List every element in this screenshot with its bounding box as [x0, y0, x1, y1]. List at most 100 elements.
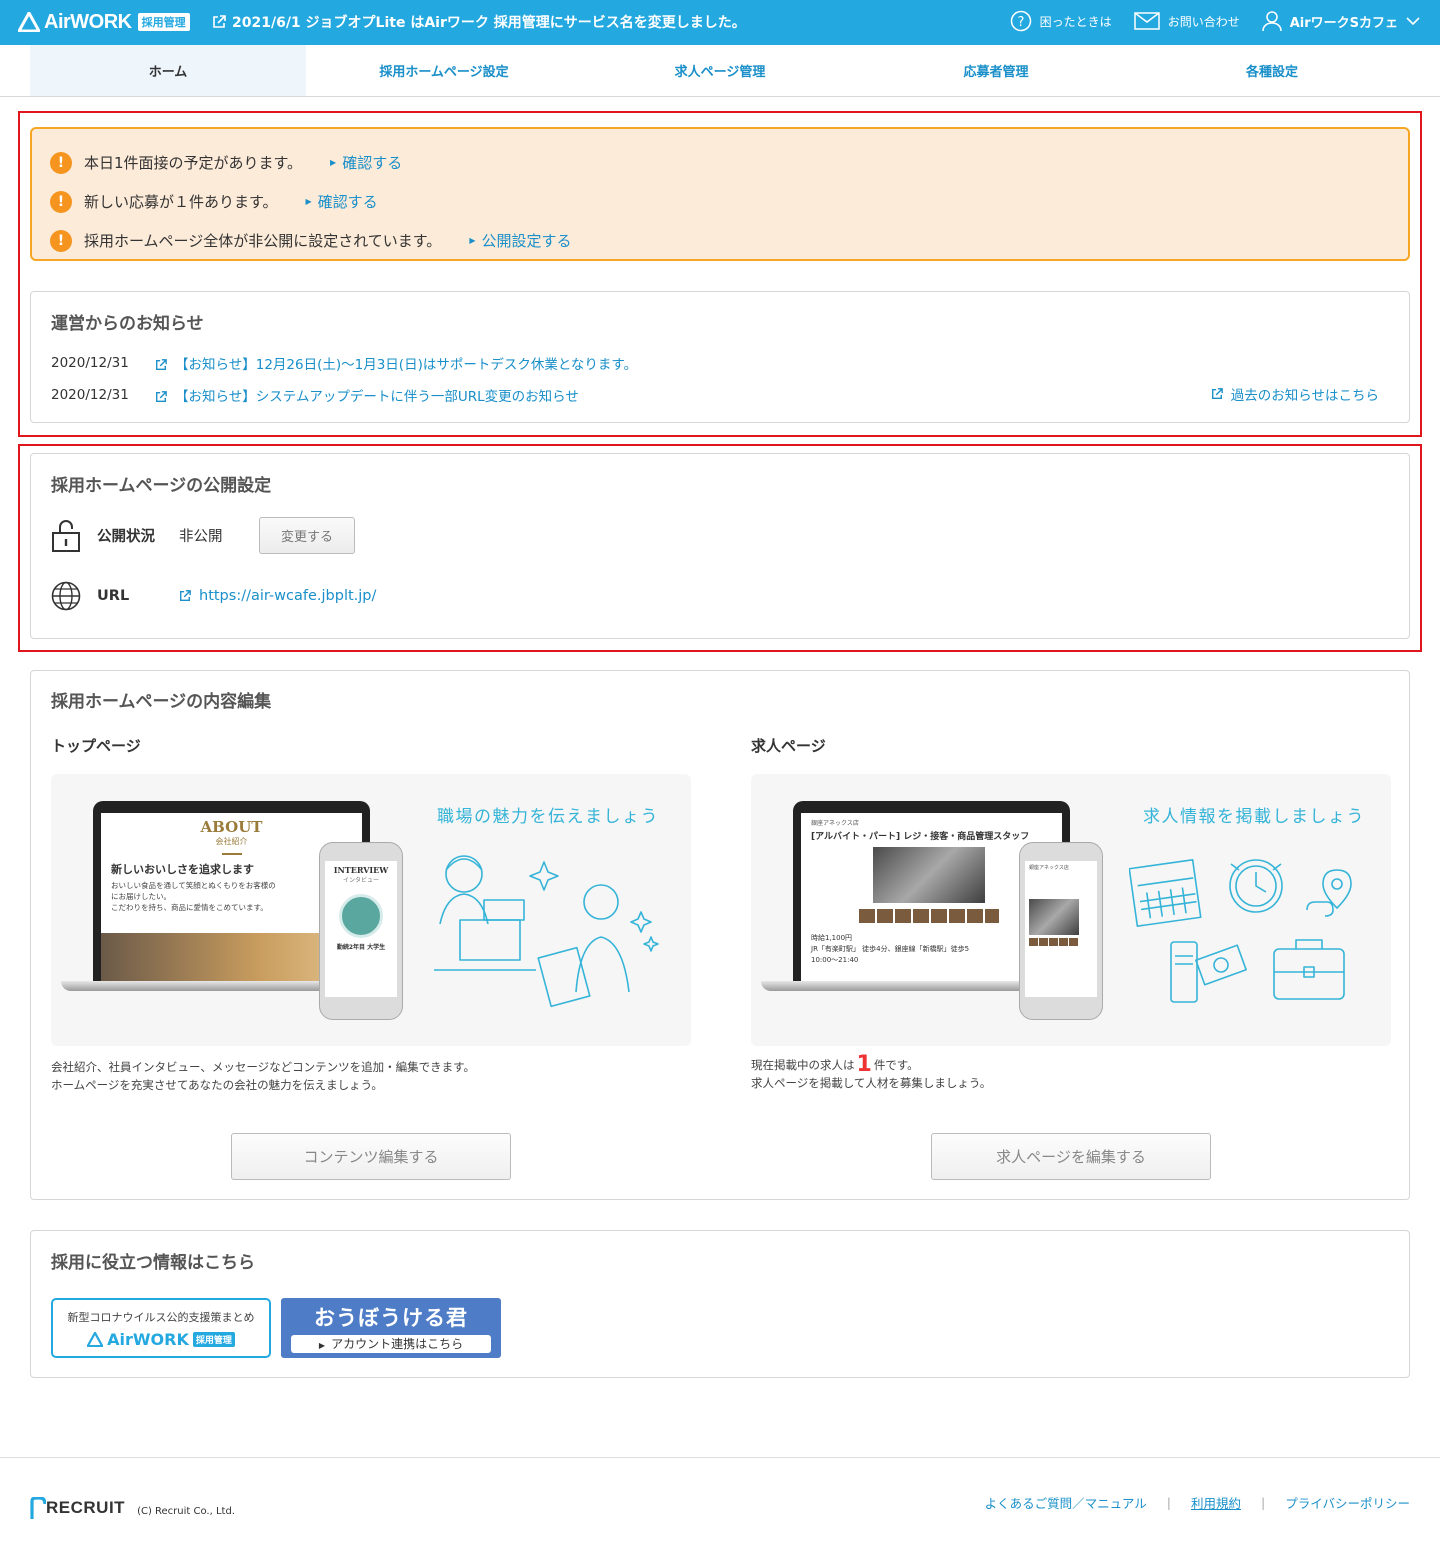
content-edit-panel: 採用ホームページの内容編集 トップページ ABOUT 会社紹介 新しいおいしさを…	[30, 670, 1410, 1200]
user-icon	[1261, 11, 1282, 32]
news-item: 2020/12/31 【お知らせ】システムアップデートに伴う一部URL変更のお知…	[51, 385, 579, 405]
tab-settings[interactable]: 各種設定	[1134, 45, 1410, 96]
main-nav: ホーム 採用ホームページ設定 求人ページ管理 応募者管理 各種設定	[30, 45, 1410, 96]
external-link-icon	[156, 359, 167, 370]
job-count-line: 現在掲載中の求人は1 件です。	[751, 1054, 991, 1076]
top-page-caption: 職場の魅力を伝えましょう	[437, 807, 659, 827]
warning-icon: !	[50, 151, 72, 174]
airwork-logo[interactable]: AirWORK 採用管理	[18, 11, 190, 33]
job-count-prefix: 現在掲載中の求人は	[751, 1058, 855, 1072]
mock-thumbnails	[859, 909, 999, 923]
alert-text: 採用ホームページ全体が非公開に設定されています。	[84, 232, 442, 250]
user-name: AirワークSカフェ	[1289, 15, 1398, 31]
alert-text: 新しい応募が１件あります。	[84, 193, 278, 211]
edit-contents-button[interactable]: コンテンツ編集する	[231, 1133, 511, 1180]
top-page-description: 会社紹介、社員インタビュー、メッセージなどコンテンツを追加・編集できます。 ホー…	[51, 1058, 475, 1094]
useful-info-title: 採用に役立つ情報はこちら	[51, 1253, 255, 1273]
top-page-subtitle: トップページ	[51, 737, 141, 755]
footer-links: よくあるご質問／マニュアル | 利用規約 | プライバシーポリシー	[985, 1493, 1410, 1512]
alert-confirm-application-link[interactable]: ▶ 確認する	[306, 191, 378, 212]
triangle-right-icon: ▶	[318, 1341, 326, 1350]
mock-store-name: 銀座アネックス店	[811, 820, 859, 827]
news-link[interactable]: 【お知らせ】システムアップデートに伴う一部URL変更のお知らせ	[155, 385, 579, 405]
edit-job-page-button[interactable]: 求人ページを編集する	[931, 1133, 1211, 1180]
mail-icon	[1133, 12, 1160, 30]
footer-divider	[0, 1457, 1440, 1458]
recruit-logo-icon	[30, 1497, 46, 1519]
top-page-illustration: ABOUT 会社紹介 新しいおいしさを追求します おいしい食品を通して笑顔とぬく…	[51, 774, 691, 1046]
external-link-icon	[156, 391, 167, 402]
news-title: 運営からのお知らせ	[51, 314, 204, 334]
contact-label: お問い合わせ	[1167, 14, 1240, 29]
phone-mockup: 銀座アネックス店	[1019, 842, 1103, 1020]
mock-store-name: 銀座アネックス店	[1029, 865, 1069, 871]
alert-box: ! 本日1件面接の予定があります。 ▶ 確認する ! 新しい応募が１件あります。 …	[30, 127, 1410, 261]
past-news-link[interactable]: 過去のお知らせはこちら	[1211, 384, 1379, 404]
news-link-text: 【お知らせ】システムアップデートに伴う一部URL変更のお知らせ	[175, 389, 579, 405]
header-utility-menu: ? 困ったときは お問い合わせ AirワークSカフェ	[1010, 10, 1420, 32]
recruit-logo: RECRUIT (C) Recruit Co., Ltd.	[30, 1497, 235, 1519]
job-page-description: 現在掲載中の求人は1 件です。 求人ページを掲載して人材を募集しましょう。	[751, 1054, 991, 1092]
mock-job-details: 時給1,100円 JR「有楽町駅」 徒歩4分、銀座線「新橋駅」徒歩5 10:00…	[811, 933, 969, 966]
alert-link-label: 公開設定する	[481, 232, 572, 250]
mock-job-title: [アルバイト・パート] レジ・接客・商品管理スタッフ	[811, 832, 1030, 842]
airwork-logo-icon	[18, 12, 40, 32]
phone-screen: INTERVIEW インタビュー 勤続2年目 大学生	[325, 861, 397, 997]
svg-text:?: ?	[1017, 15, 1024, 30]
help-link[interactable]: ? 困ったときは	[1010, 10, 1112, 32]
phone-screen: 銀座アネックス店	[1025, 861, 1097, 997]
alert-confirm-interview-link[interactable]: ▶ 確認する	[330, 152, 402, 173]
triangle-right-icon: ▶	[305, 197, 312, 206]
oubo-ukerukun-banner[interactable]: おうぼうける君 ▶ アカウント連携はこちら	[281, 1298, 501, 1358]
publish-title: 採用ホームページの公開設定	[51, 476, 272, 496]
alert-link-label: 確認する	[342, 154, 403, 172]
banner-logo-badge: 採用管理	[192, 1332, 235, 1347]
banner-oubo-sub: ▶ アカウント連携はこちら	[291, 1335, 491, 1353]
alert-link-label: 確認する	[317, 193, 378, 211]
staff-illustration	[434, 855, 659, 1008]
recruit-logo-text: RECRUIT	[46, 1498, 126, 1517]
alert-publish-settings-link[interactable]: ▶ 公開設定する	[469, 230, 571, 251]
mock-hours: 10:00〜21:40	[811, 956, 859, 964]
news-link-text: 【お知らせ】12月26日(土)～1月3日(日)はサポートデスク休業となります。	[175, 357, 638, 373]
contact-link[interactable]: お問い合わせ	[1133, 12, 1240, 30]
url-label: URL	[97, 588, 130, 604]
tab-home[interactable]: ホーム	[30, 45, 306, 96]
faq-manual-link[interactable]: よくあるご質問／マニュアル	[985, 1493, 1147, 1512]
past-news-label: 過去のお知らせはこちら	[1230, 388, 1379, 404]
mock-access: JR「有楽町駅」 徒歩4分、銀座線「新橋駅」徒歩5	[811, 945, 970, 953]
mock-divider	[221, 853, 242, 855]
covid-support-banner[interactable]: 新型コロナウイルス公的支援策まとめ AirWORK 採用管理	[51, 1298, 271, 1358]
tab-applicants[interactable]: 応募者管理	[858, 45, 1134, 96]
tab-job-pages[interactable]: 求人ページ管理	[582, 45, 858, 96]
terms-link[interactable]: 利用規約	[1191, 1493, 1241, 1512]
news-link[interactable]: 【お知らせ】12月26日(土)～1月3日(日)はサポートデスク休業となります。	[155, 353, 637, 373]
job-page-subtitle: 求人ページ	[751, 737, 826, 755]
top-header-bar: AirWORK 採用管理 2021/6/1 ジョブオプLite はAirワーク …	[0, 0, 1440, 45]
separator: |	[1261, 1495, 1266, 1510]
mock-interview-heading: INTERVIEW	[333, 865, 389, 875]
rename-notice-link[interactable]: 2021/6/1 ジョブオプLite はAirワーク 採用管理にサービス名を変更…	[212, 12, 746, 32]
publish-status-value: 非公開	[179, 529, 223, 545]
job-page-illustration: 銀座アネックス店 [アルバイト・パート] レジ・接客・商品管理スタッフ 時給1,…	[751, 774, 1391, 1046]
homepage-url: https://air-wcafe.jbplt.jp/	[199, 588, 377, 604]
privacy-policy-link[interactable]: プライバシーポリシー	[1285, 1493, 1410, 1512]
publish-status-label: 公開状況	[97, 529, 155, 545]
external-link-icon	[213, 15, 226, 28]
banner-oubo-title: おうぼうける君	[314, 1306, 468, 1330]
globe-icon	[51, 581, 81, 611]
copyright: (C) Recruit Co., Ltd.	[137, 1505, 235, 1517]
chevron-down-icon	[1406, 17, 1420, 26]
phone-mockup: INTERVIEW インタビュー 勤続2年目 大学生	[319, 842, 403, 1020]
publish-status-row: 公開状況 非公開 変更する	[51, 517, 355, 554]
tab-homepage-settings[interactable]: 採用ホームページ設定	[306, 45, 582, 96]
publish-url-row: URL https://air-wcafe.jbplt.jp/	[51, 581, 376, 611]
homepage-url-link[interactable]: https://air-wcafe.jbplt.jp/	[179, 588, 376, 604]
user-menu[interactable]: AirワークSカフェ	[1261, 10, 1420, 32]
job-info-illustration	[1129, 859, 1352, 1003]
mock-kitchen-photo	[1029, 899, 1079, 935]
edit-title: 採用ホームページの内容編集	[51, 692, 272, 712]
change-status-button[interactable]: 変更する	[259, 517, 355, 554]
mock-person: 勤続2年目 大学生	[336, 944, 386, 951]
external-link-icon	[180, 590, 191, 601]
